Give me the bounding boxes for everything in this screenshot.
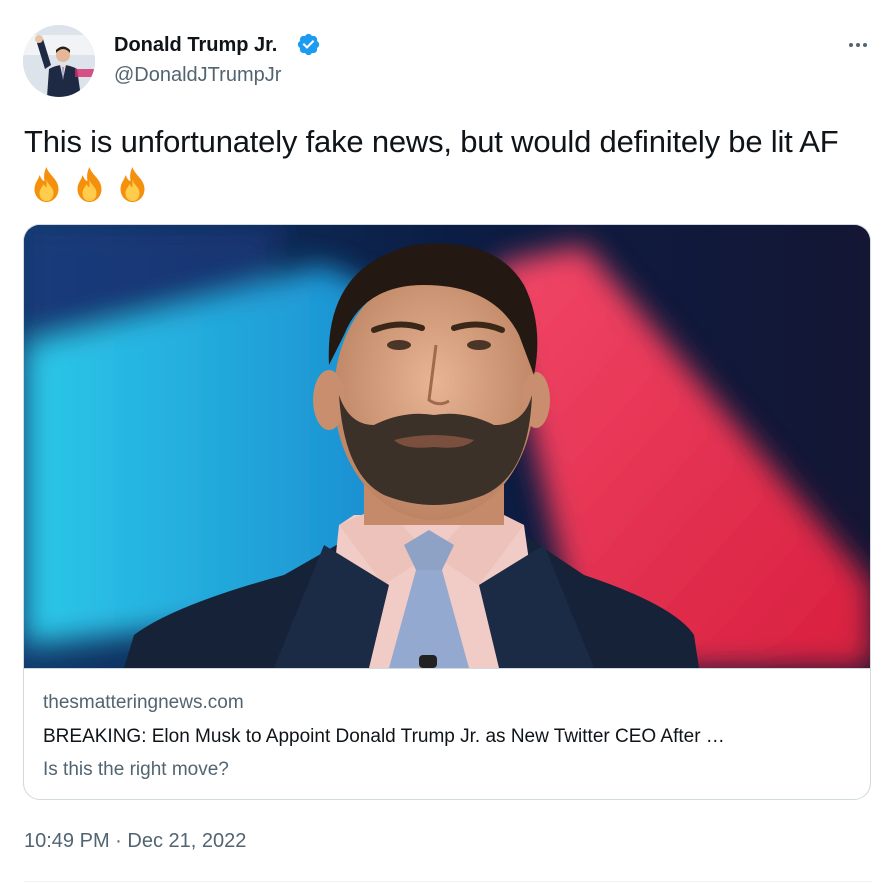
avatar-photo bbox=[23, 25, 95, 97]
more-dot-icon bbox=[863, 43, 867, 47]
fire-emoji-icon bbox=[120, 167, 145, 202]
more-options-button[interactable] bbox=[840, 30, 876, 60]
fire-emoji-icon bbox=[34, 167, 59, 202]
more-dot-icon bbox=[856, 43, 860, 47]
tweet-text-content: This is unfortunately fake news, but wou… bbox=[24, 124, 839, 159]
card-image[interactable] bbox=[24, 225, 870, 668]
author-name[interactable]: Donald Trump Jr. bbox=[114, 32, 277, 58]
divider bbox=[24, 881, 872, 882]
timestamp-time[interactable]: 10:49 PM bbox=[24, 830, 110, 852]
tweet: Donald Trump Jr. @DonaldJTrumpJr This is… bbox=[0, 0, 895, 884]
link-preview-card[interactable]: thesmatteringnews.com BREAKING: Elon Mus… bbox=[23, 224, 871, 800]
timestamp-date[interactable]: Dec 21, 2022 bbox=[127, 830, 246, 852]
card-meta[interactable]: thesmatteringnews.com BREAKING: Elon Mus… bbox=[24, 668, 870, 799]
more-dot-icon bbox=[849, 43, 853, 47]
fire-emoji-icon bbox=[77, 167, 102, 202]
card-title: BREAKING: Elon Musk to Appoint Donald Tr… bbox=[43, 726, 725, 747]
timestamp-separator: · bbox=[115, 830, 122, 852]
tweet-timestamp: 10:49 PM · Dec 21, 2022 bbox=[24, 828, 246, 854]
verified-badge-icon bbox=[297, 33, 320, 56]
card-domain: thesmatteringnews.com bbox=[43, 692, 244, 713]
author-handle[interactable]: @DonaldJTrumpJr bbox=[114, 62, 281, 88]
card-description: Is this the right move? bbox=[43, 759, 229, 780]
card-photo bbox=[24, 225, 870, 668]
tweet-text: This is unfortunately fake news, but wou… bbox=[24, 120, 879, 206]
avatar[interactable] bbox=[23, 25, 95, 97]
